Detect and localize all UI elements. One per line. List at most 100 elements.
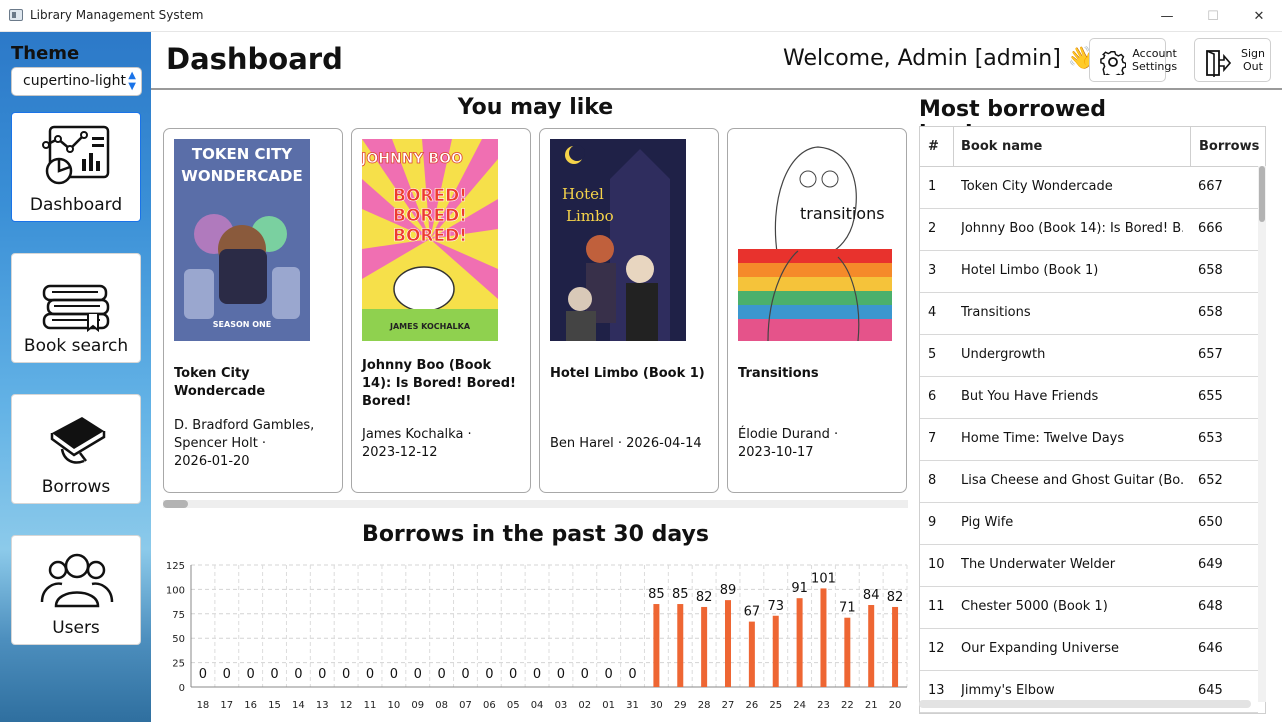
book-name-cell: Johnny Boo (Book 14): Is Bored! B... (961, 221, 1183, 236)
y-tick-label: 0 (179, 683, 185, 694)
x-tick-label: 28 (698, 700, 711, 711)
cover-title-3: BORED! (393, 206, 467, 226)
data-label: 0 (605, 667, 613, 682)
table-row[interactable]: 2 Johnny Boo (Book 14): Is Bored! B... 666 (920, 209, 1258, 251)
page-header: Dashboard Welcome, Admin [admin] 👋 Accou… (151, 32, 1282, 90)
table-row[interactable]: 3 Hotel Limbo (Book 1) 658 (920, 251, 1258, 293)
x-tick-label: 25 (769, 700, 782, 711)
borrows-cell: 646 (1198, 641, 1223, 656)
nav-borrows-button[interactable]: Borrows (11, 394, 141, 504)
minimize-button[interactable]: — (1144, 0, 1190, 32)
x-tick-label: 09 (411, 700, 424, 711)
borrows-cell: 649 (1198, 557, 1223, 572)
book-name-cell: Chester 5000 (Book 1) (961, 599, 1108, 614)
account-settings-button[interactable]: Account Settings (1089, 38, 1177, 82)
x-tick-label: 03 (555, 700, 568, 711)
book-card[interactable]: TOKEN CITY WONDERCADE SEASON ONE Token C… (163, 128, 343, 493)
close-button[interactable]: ✕ (1236, 0, 1282, 32)
table-row[interactable]: 12 Our Expanding Universe 646 (920, 629, 1258, 671)
data-label: 82 (887, 590, 904, 605)
table-row[interactable]: 1 Token City Wondercade 667 (920, 167, 1258, 209)
table-row[interactable]: 9 Pig Wife 650 (920, 503, 1258, 545)
book-name-cell: Transitions (961, 305, 1031, 320)
borrows-cell: 652 (1198, 473, 1223, 488)
gear-icon (1100, 51, 1126, 75)
data-label: 71 (839, 601, 856, 616)
y-tick-label: 50 (172, 634, 185, 645)
app-icon (9, 9, 23, 21)
chart-bar (677, 604, 684, 687)
book-card[interactable]: transitions Transitions Élodie Durand · 2… (727, 128, 907, 493)
table-row[interactable]: 4 Transitions 658 (920, 293, 1258, 335)
recommend-title: You may like (457, 95, 614, 120)
column-header-borrows[interactable]: Borrows (1199, 139, 1259, 154)
x-tick-label: 31 (626, 700, 639, 711)
book-name-cell: Home Time: Twelve Days (961, 431, 1125, 446)
scrollbar-thumb[interactable] (1259, 166, 1265, 222)
book-card[interactable]: JOHNNY BOO BORED! BORED! BORED! JAMES KO… (351, 128, 531, 493)
x-tick-label: 06 (483, 700, 496, 711)
book-name-cell: The Underwater Welder (961, 557, 1116, 572)
cover-title-1: Hotel (562, 185, 604, 203)
chart-bar (844, 617, 851, 687)
data-label: 0 (247, 667, 255, 682)
data-label: 0 (485, 667, 493, 682)
cover-author: JAMES KOCHALKA (389, 322, 471, 331)
table-row[interactable]: 7 Home Time: Twelve Days 653 (920, 419, 1258, 461)
book-card[interactable]: Hotel Limbo Hotel Limbo (Book 1) Ben Har… (539, 128, 719, 493)
x-tick-label: 29 (674, 700, 687, 711)
scrollbar-thumb[interactable] (163, 500, 188, 508)
table-row[interactable]: 10 The Underwater Welder 649 (920, 545, 1258, 587)
cards-horizontal-scrollbar[interactable] (163, 500, 908, 508)
rank-cell: 3 (928, 263, 937, 278)
x-tick-label: 14 (292, 700, 305, 711)
book-cover-image: TOKEN CITY WONDERCADE SEASON ONE (174, 139, 310, 341)
data-label: 0 (223, 667, 231, 682)
rank-cell: 9 (928, 515, 937, 530)
column-header-rank[interactable]: # (928, 139, 939, 154)
x-tick-label: 07 (459, 700, 472, 711)
data-label: 91 (791, 581, 808, 596)
sign-out-label-2: Out (1243, 60, 1263, 73)
borrows-cell: 657 (1198, 347, 1223, 362)
data-label: 0 (270, 667, 278, 682)
book-cover-image: JOHNNY BOO BORED! BORED! BORED! JAMES KO… (362, 139, 498, 341)
table-row[interactable]: 6 But You Have Friends 655 (920, 377, 1258, 419)
sidebar: Theme cupertino-light ▲ ▼ Dashboard Book… (0, 32, 151, 722)
data-label: 0 (366, 667, 374, 682)
theme-select[interactable]: cupertino-light ▲ ▼ (11, 67, 142, 96)
borrows-cell: 645 (1198, 683, 1223, 698)
nav-dashboard-button[interactable]: Dashboard (11, 112, 141, 222)
nav-book-search-button[interactable]: Book search (11, 253, 141, 363)
x-tick-label: 30 (650, 700, 663, 711)
column-header-book-name[interactable]: Book name (961, 139, 1042, 154)
data-label: 85 (672, 587, 689, 602)
x-tick-label: 22 (841, 700, 854, 711)
table-header: # Book name Borrows (920, 127, 1265, 167)
borrows-cell: 658 (1198, 305, 1223, 320)
x-tick-label: 23 (817, 700, 830, 711)
sign-out-button[interactable]: Sign Out (1194, 38, 1271, 82)
data-label: 0 (390, 667, 398, 682)
x-tick-label: 21 (865, 700, 878, 711)
cover-title-2: BORED! (393, 186, 467, 206)
x-tick-label: 11 (364, 700, 377, 711)
data-label: 84 (863, 588, 880, 603)
chart-bar (772, 615, 779, 687)
book-meta: James Kochalka · 2023-12-12 (362, 427, 472, 460)
x-tick-label: 18 (197, 700, 210, 711)
cover-title: transitions (800, 204, 885, 223)
data-label: 101 (811, 571, 836, 586)
maximize-button[interactable]: ☐ (1190, 0, 1236, 32)
table-row[interactable]: 5 Undergrowth 657 (920, 335, 1258, 377)
table-horizontal-scrollbar[interactable] (919, 700, 1251, 708)
nav-users-label: Users (52, 618, 100, 638)
table-row[interactable]: 8 Lisa Cheese and Ghost Guitar (Bo... 652 (920, 461, 1258, 503)
table-row[interactable]: 11 Chester 5000 (Book 1) 648 (920, 587, 1258, 629)
table-vertical-scrollbar[interactable] (1258, 166, 1266, 702)
y-tick-label: 125 (166, 561, 185, 572)
book-name-cell: Undergrowth (961, 347, 1046, 362)
data-label: 0 (437, 667, 445, 682)
book-meta: Ben Harel · 2026-04-14 (550, 436, 702, 451)
nav-users-button[interactable]: Users (11, 535, 141, 645)
